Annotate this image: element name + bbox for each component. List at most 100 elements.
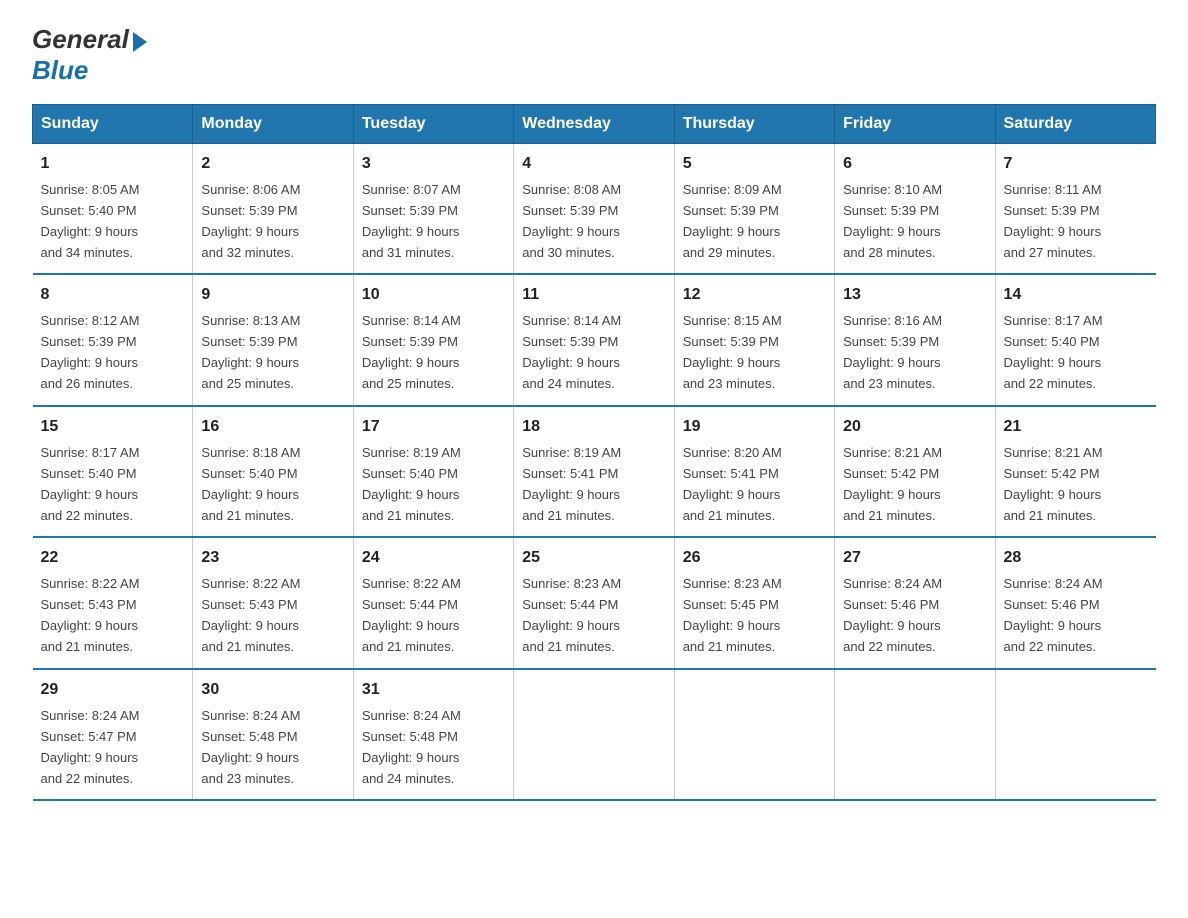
calendar-cell: 23 Sunrise: 8:22 AMSunset: 5:43 PMDaylig… bbox=[193, 537, 353, 668]
calendar-cell: 29 Sunrise: 8:24 AMSunset: 5:47 PMDaylig… bbox=[33, 669, 193, 800]
calendar-cell: 3 Sunrise: 8:07 AMSunset: 5:39 PMDayligh… bbox=[353, 144, 513, 275]
day-info: Sunrise: 8:16 AMSunset: 5:39 PMDaylight:… bbox=[843, 313, 942, 391]
calendar-cell: 7 Sunrise: 8:11 AMSunset: 5:39 PMDayligh… bbox=[995, 144, 1155, 275]
day-number: 24 bbox=[362, 546, 505, 571]
day-number: 31 bbox=[362, 678, 505, 703]
header-day-wednesday: Wednesday bbox=[514, 105, 674, 144]
header-row: SundayMondayTuesdayWednesdayThursdayFrid… bbox=[33, 105, 1156, 144]
day-info: Sunrise: 8:19 AMSunset: 5:40 PMDaylight:… bbox=[362, 445, 461, 523]
header-day-monday: Monday bbox=[193, 105, 353, 144]
calendar-cell: 25 Sunrise: 8:23 AMSunset: 5:44 PMDaylig… bbox=[514, 537, 674, 668]
week-row-5: 29 Sunrise: 8:24 AMSunset: 5:47 PMDaylig… bbox=[33, 669, 1156, 800]
day-number: 7 bbox=[1004, 152, 1148, 177]
calendar-cell: 6 Sunrise: 8:10 AMSunset: 5:39 PMDayligh… bbox=[835, 144, 995, 275]
day-info: Sunrise: 8:19 AMSunset: 5:41 PMDaylight:… bbox=[522, 445, 621, 523]
day-number: 6 bbox=[843, 152, 986, 177]
logo: General Blue bbox=[32, 24, 147, 86]
calendar-cell bbox=[514, 669, 674, 800]
calendar-cell: 31 Sunrise: 8:24 AMSunset: 5:48 PMDaylig… bbox=[353, 669, 513, 800]
calendar-cell bbox=[674, 669, 834, 800]
day-info: Sunrise: 8:08 AMSunset: 5:39 PMDaylight:… bbox=[522, 182, 621, 260]
day-number: 26 bbox=[683, 546, 826, 571]
day-number: 4 bbox=[522, 152, 665, 177]
day-number: 5 bbox=[683, 152, 826, 177]
calendar-cell: 30 Sunrise: 8:24 AMSunset: 5:48 PMDaylig… bbox=[193, 669, 353, 800]
day-info: Sunrise: 8:06 AMSunset: 5:39 PMDaylight:… bbox=[201, 182, 300, 260]
calendar-cell: 20 Sunrise: 8:21 AMSunset: 5:42 PMDaylig… bbox=[835, 406, 995, 537]
calendar-cell: 10 Sunrise: 8:14 AMSunset: 5:39 PMDaylig… bbox=[353, 274, 513, 405]
week-row-1: 1 Sunrise: 8:05 AMSunset: 5:40 PMDayligh… bbox=[33, 144, 1156, 275]
day-info: Sunrise: 8:24 AMSunset: 5:47 PMDaylight:… bbox=[41, 708, 140, 786]
day-number: 15 bbox=[41, 415, 185, 440]
day-info: Sunrise: 8:24 AMSunset: 5:46 PMDaylight:… bbox=[843, 576, 942, 654]
day-info: Sunrise: 8:14 AMSunset: 5:39 PMDaylight:… bbox=[362, 313, 461, 391]
day-info: Sunrise: 8:15 AMSunset: 5:39 PMDaylight:… bbox=[683, 313, 782, 391]
day-number: 11 bbox=[522, 283, 665, 308]
day-number: 16 bbox=[201, 415, 344, 440]
day-info: Sunrise: 8:24 AMSunset: 5:48 PMDaylight:… bbox=[362, 708, 461, 786]
day-info: Sunrise: 8:09 AMSunset: 5:39 PMDaylight:… bbox=[683, 182, 782, 260]
calendar-cell: 14 Sunrise: 8:17 AMSunset: 5:40 PMDaylig… bbox=[995, 274, 1155, 405]
calendar-cell bbox=[835, 669, 995, 800]
day-info: Sunrise: 8:22 AMSunset: 5:43 PMDaylight:… bbox=[201, 576, 300, 654]
day-number: 18 bbox=[522, 415, 665, 440]
header-day-tuesday: Tuesday bbox=[353, 105, 513, 144]
week-row-3: 15 Sunrise: 8:17 AMSunset: 5:40 PMDaylig… bbox=[33, 406, 1156, 537]
day-number: 30 bbox=[201, 678, 344, 703]
day-info: Sunrise: 8:07 AMSunset: 5:39 PMDaylight:… bbox=[362, 182, 461, 260]
header-day-thursday: Thursday bbox=[674, 105, 834, 144]
day-info: Sunrise: 8:22 AMSunset: 5:43 PMDaylight:… bbox=[41, 576, 140, 654]
calendar-cell: 12 Sunrise: 8:15 AMSunset: 5:39 PMDaylig… bbox=[674, 274, 834, 405]
day-info: Sunrise: 8:12 AMSunset: 5:39 PMDaylight:… bbox=[41, 313, 140, 391]
day-info: Sunrise: 8:17 AMSunset: 5:40 PMDaylight:… bbox=[1004, 313, 1103, 391]
calendar-cell: 18 Sunrise: 8:19 AMSunset: 5:41 PMDaylig… bbox=[514, 406, 674, 537]
day-number: 14 bbox=[1004, 283, 1148, 308]
calendar-table: SundayMondayTuesdayWednesdayThursdayFrid… bbox=[32, 104, 1156, 801]
day-info: Sunrise: 8:21 AMSunset: 5:42 PMDaylight:… bbox=[843, 445, 942, 523]
calendar-cell: 4 Sunrise: 8:08 AMSunset: 5:39 PMDayligh… bbox=[514, 144, 674, 275]
day-number: 1 bbox=[41, 152, 185, 177]
day-info: Sunrise: 8:23 AMSunset: 5:44 PMDaylight:… bbox=[522, 576, 621, 654]
page-header: General Blue bbox=[32, 24, 1156, 86]
calendar-cell: 13 Sunrise: 8:16 AMSunset: 5:39 PMDaylig… bbox=[835, 274, 995, 405]
calendar-cell: 5 Sunrise: 8:09 AMSunset: 5:39 PMDayligh… bbox=[674, 144, 834, 275]
day-number: 9 bbox=[201, 283, 344, 308]
day-info: Sunrise: 8:20 AMSunset: 5:41 PMDaylight:… bbox=[683, 445, 782, 523]
day-number: 27 bbox=[843, 546, 986, 571]
day-info: Sunrise: 8:11 AMSunset: 5:39 PMDaylight:… bbox=[1004, 182, 1102, 260]
header-day-saturday: Saturday bbox=[995, 105, 1155, 144]
day-number: 28 bbox=[1004, 546, 1148, 571]
day-number: 21 bbox=[1004, 415, 1148, 440]
calendar-cell: 1 Sunrise: 8:05 AMSunset: 5:40 PMDayligh… bbox=[33, 144, 193, 275]
week-row-4: 22 Sunrise: 8:22 AMSunset: 5:43 PMDaylig… bbox=[33, 537, 1156, 668]
day-info: Sunrise: 8:23 AMSunset: 5:45 PMDaylight:… bbox=[683, 576, 782, 654]
calendar-cell: 15 Sunrise: 8:17 AMSunset: 5:40 PMDaylig… bbox=[33, 406, 193, 537]
day-number: 23 bbox=[201, 546, 344, 571]
day-info: Sunrise: 8:22 AMSunset: 5:44 PMDaylight:… bbox=[362, 576, 461, 654]
calendar-cell: 22 Sunrise: 8:22 AMSunset: 5:43 PMDaylig… bbox=[33, 537, 193, 668]
header-day-friday: Friday bbox=[835, 105, 995, 144]
day-number: 13 bbox=[843, 283, 986, 308]
day-number: 22 bbox=[41, 546, 185, 571]
day-number: 3 bbox=[362, 152, 505, 177]
day-info: Sunrise: 8:24 AMSunset: 5:48 PMDaylight:… bbox=[201, 708, 300, 786]
calendar-cell: 28 Sunrise: 8:24 AMSunset: 5:46 PMDaylig… bbox=[995, 537, 1155, 668]
day-number: 8 bbox=[41, 283, 185, 308]
day-info: Sunrise: 8:10 AMSunset: 5:39 PMDaylight:… bbox=[843, 182, 942, 260]
day-number: 25 bbox=[522, 546, 665, 571]
calendar-cell: 26 Sunrise: 8:23 AMSunset: 5:45 PMDaylig… bbox=[674, 537, 834, 668]
logo-general-text: General bbox=[32, 24, 129, 55]
calendar-cell: 8 Sunrise: 8:12 AMSunset: 5:39 PMDayligh… bbox=[33, 274, 193, 405]
header-day-sunday: Sunday bbox=[33, 105, 193, 144]
calendar-cell: 11 Sunrise: 8:14 AMSunset: 5:39 PMDaylig… bbox=[514, 274, 674, 405]
calendar-cell: 19 Sunrise: 8:20 AMSunset: 5:41 PMDaylig… bbox=[674, 406, 834, 537]
day-info: Sunrise: 8:18 AMSunset: 5:40 PMDaylight:… bbox=[201, 445, 300, 523]
calendar-cell: 24 Sunrise: 8:22 AMSunset: 5:44 PMDaylig… bbox=[353, 537, 513, 668]
day-number: 29 bbox=[41, 678, 185, 703]
day-number: 19 bbox=[683, 415, 826, 440]
day-number: 20 bbox=[843, 415, 986, 440]
calendar-cell bbox=[995, 669, 1155, 800]
day-number: 12 bbox=[683, 283, 826, 308]
day-info: Sunrise: 8:21 AMSunset: 5:42 PMDaylight:… bbox=[1004, 445, 1103, 523]
day-info: Sunrise: 8:14 AMSunset: 5:39 PMDaylight:… bbox=[522, 313, 621, 391]
